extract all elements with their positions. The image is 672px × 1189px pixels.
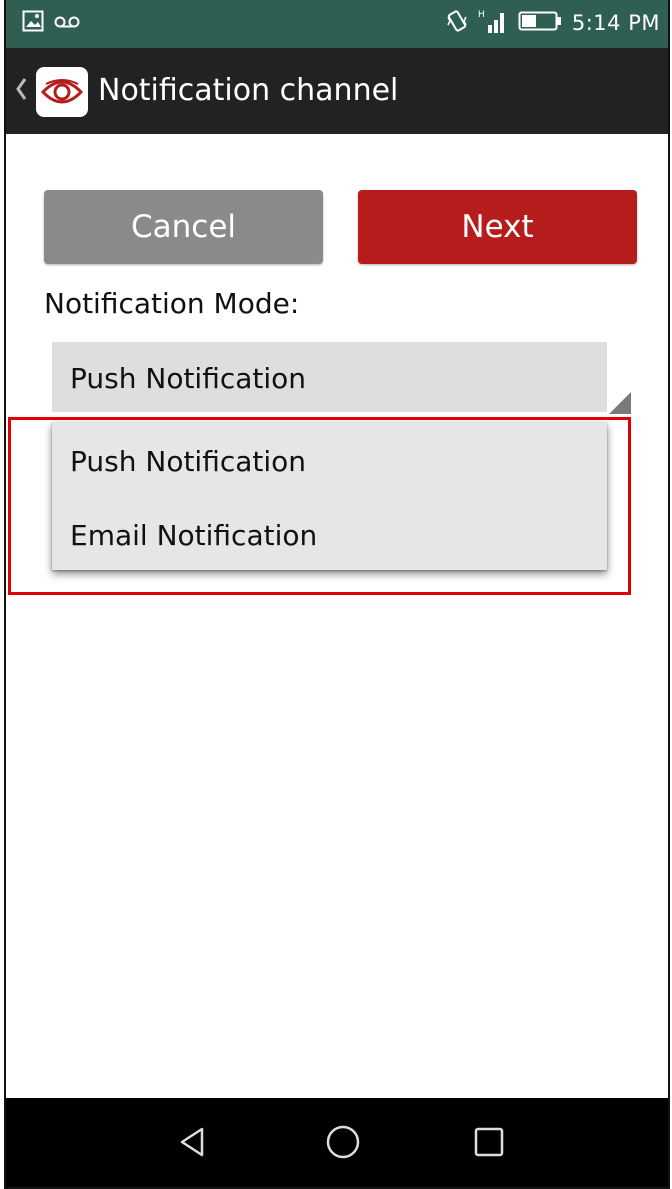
page-title: Notification channel bbox=[98, 73, 399, 108]
chevron-left-icon[interactable] bbox=[14, 76, 28, 106]
next-button[interactable]: Next bbox=[358, 190, 637, 264]
recents-square-icon[interactable] bbox=[467, 1120, 511, 1164]
option-push-notification[interactable]: Push Notification bbox=[52, 424, 607, 498]
eye-logo-icon[interactable] bbox=[36, 67, 88, 117]
back-triangle-icon[interactable] bbox=[171, 1120, 215, 1164]
status-left-icons bbox=[22, 10, 80, 36]
action-bar: Notification channel bbox=[6, 48, 668, 134]
voicemail-icon bbox=[54, 14, 80, 33]
option-email-notification[interactable]: Email Notification bbox=[52, 498, 607, 572]
battery-icon bbox=[518, 10, 562, 36]
status-bar: H 5:14 PM bbox=[6, 0, 668, 48]
status-time: 5:14 PM bbox=[571, 11, 660, 35]
notification-mode-select[interactable]: Push Notification bbox=[52, 342, 631, 414]
notification-mode-label: Notification Mode: bbox=[44, 287, 300, 320]
navigation-bar bbox=[6, 1098, 668, 1187]
vibrate-icon bbox=[446, 9, 468, 37]
signal-icon: H bbox=[478, 8, 508, 38]
notification-mode-dropdown: Push Notification Email Notification bbox=[52, 422, 607, 570]
gallery-icon bbox=[22, 10, 44, 36]
phone-screen: H 5:14 PM Notification channel Cancel Ne… bbox=[4, 0, 670, 1189]
svg-text:H: H bbox=[478, 10, 485, 20]
status-right-icons: H 5:14 PM bbox=[446, 8, 660, 38]
home-circle-icon[interactable] bbox=[321, 1120, 365, 1164]
cancel-button[interactable]: Cancel bbox=[44, 190, 323, 264]
dropdown-arrow-icon bbox=[609, 392, 631, 414]
select-current-value: Push Notification bbox=[70, 362, 307, 395]
